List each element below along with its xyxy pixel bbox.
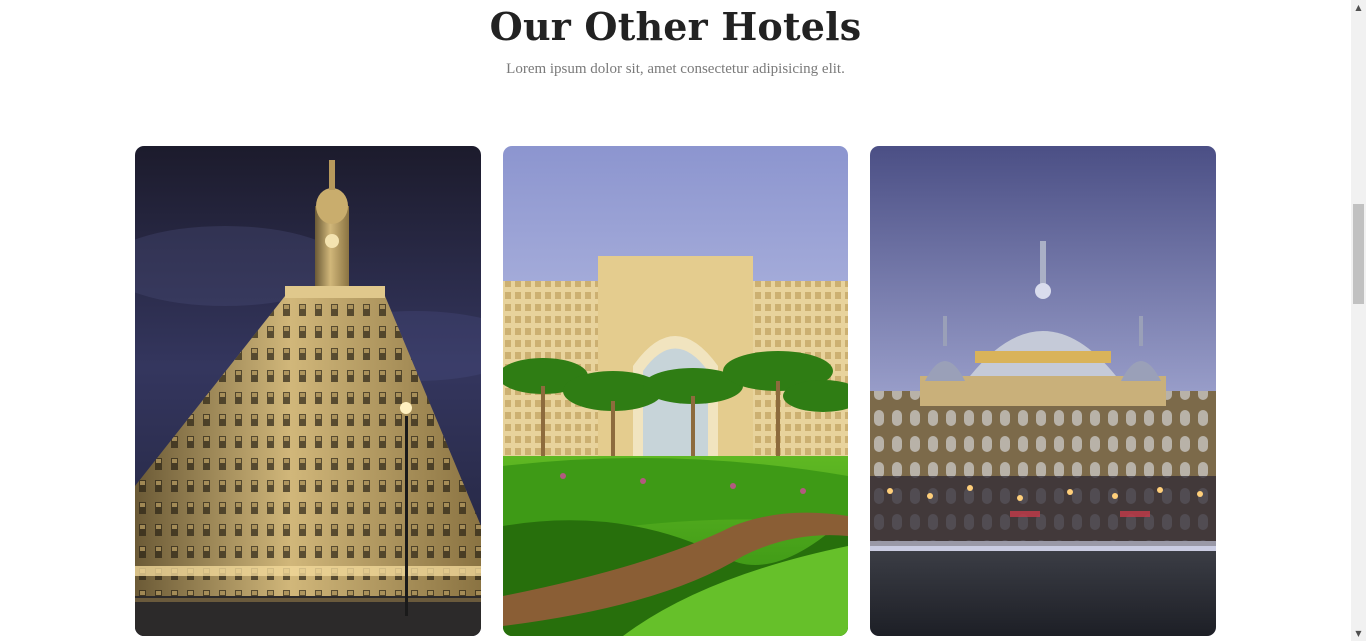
hotel-card-3[interactable]	[870, 146, 1216, 636]
hotel-image-3	[870, 146, 1216, 636]
section-subtitle: Lorem ipsum dolor sit, amet consectetur …	[506, 61, 845, 77]
hotel-card-1[interactable]	[135, 146, 481, 636]
hotel-image-2	[503, 146, 848, 636]
arrow-up-icon[interactable]: ▲	[1351, 0, 1366, 15]
page-scrollbar[interactable]: ▲ ▼	[1351, 0, 1366, 641]
hotel-image-1	[135, 146, 481, 636]
hotels-page: Our Other Hotels Lorem ipsum dolor sit, …	[0, 0, 1366, 641]
section-title: Our Other Hotels	[489, 4, 862, 49]
arrow-down-icon[interactable]: ▼	[1351, 626, 1366, 641]
scrollbar-thumb[interactable]	[1353, 204, 1364, 304]
hotel-card-2[interactable]	[503, 146, 848, 636]
